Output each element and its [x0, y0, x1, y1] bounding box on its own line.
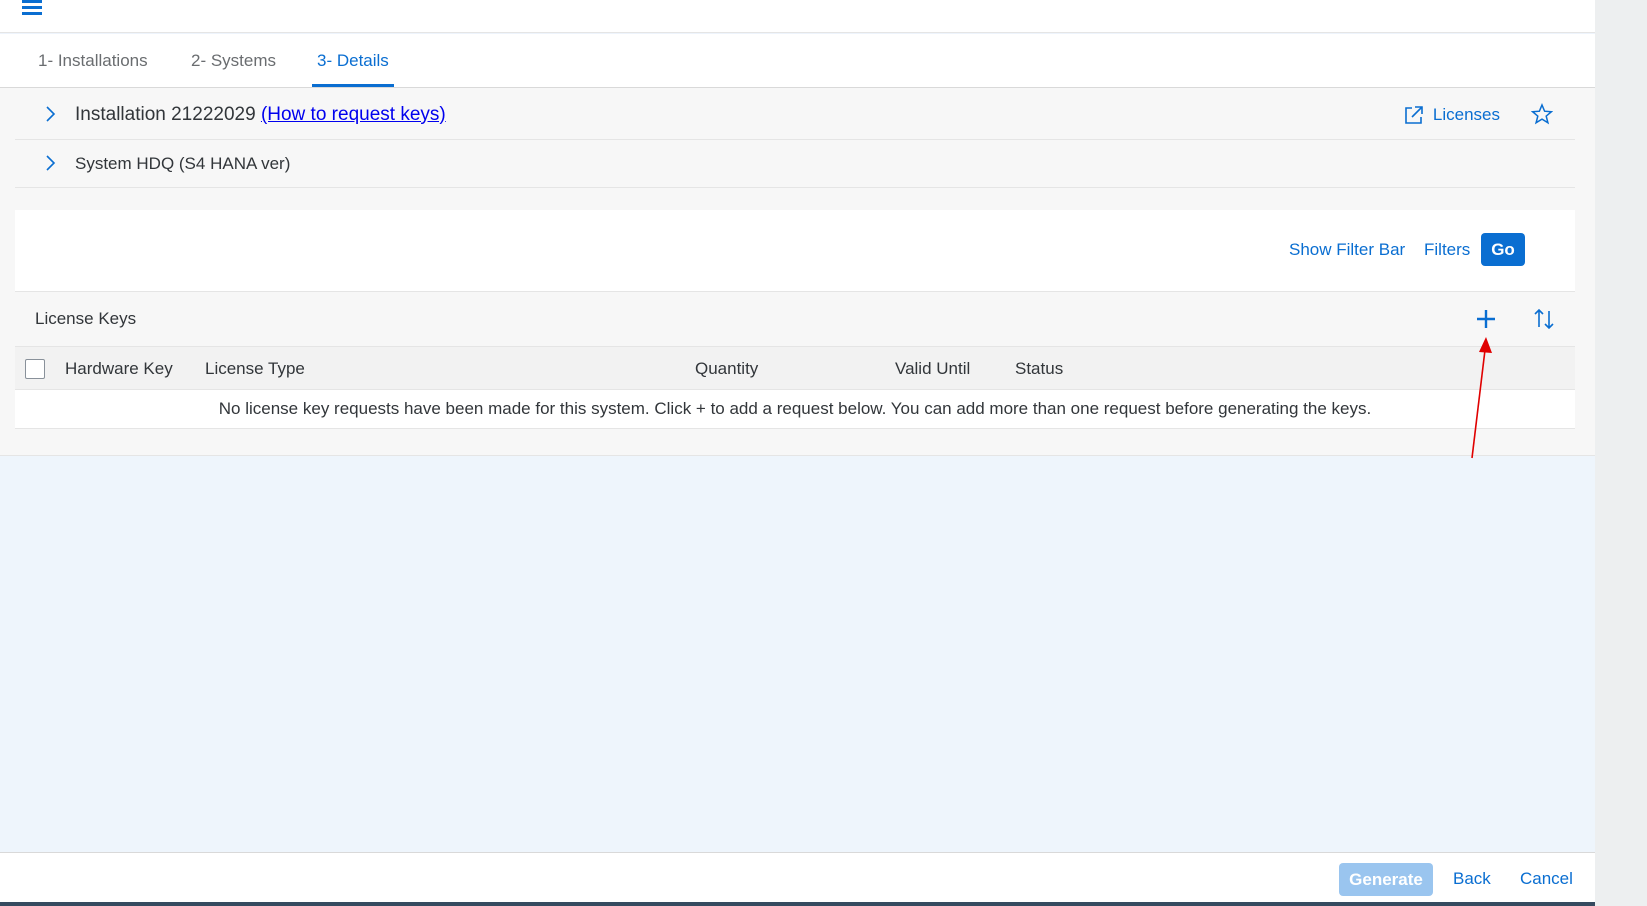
- chevron-right-icon[interactable]: [41, 154, 59, 172]
- cancel-button[interactable]: Cancel: [1520, 869, 1573, 889]
- go-button[interactable]: Go: [1481, 233, 1525, 266]
- table-column-header: Hardware Key License Type Quantity Valid…: [15, 347, 1575, 390]
- scroll-gutter: [1595, 0, 1647, 906]
- add-icon[interactable]: [1473, 306, 1499, 332]
- column-valid-until[interactable]: Valid Until: [895, 359, 970, 379]
- back-button[interactable]: Back: [1453, 869, 1491, 889]
- menu-icon[interactable]: [22, 0, 46, 18]
- column-quantity[interactable]: Quantity: [695, 359, 758, 379]
- system-title: System HDQ (S4 HANA ver): [75, 154, 291, 173]
- sort-icon[interactable]: [1531, 306, 1557, 332]
- licenses-label: Licenses: [1432, 105, 1500, 124]
- installation-title: Installation 21222029: [75, 104, 256, 125]
- tab-installations[interactable]: 1- Installations: [38, 51, 148, 71]
- show-filter-bar-button[interactable]: Show Filter Bar: [1289, 240, 1405, 260]
- select-all-checkbox[interactable]: [25, 359, 45, 379]
- installation-header[interactable]: Installation 21222029 (How to request ke…: [15, 90, 1575, 140]
- no-data-message: No license key requests have been made f…: [15, 390, 1575, 429]
- tab-systems[interactable]: 2- Systems: [191, 51, 276, 71]
- filter-bar: Show Filter Bar Filters Go: [15, 210, 1575, 292]
- step-tabs: 1- Installations 2- Systems 3- Details: [0, 34, 1595, 88]
- installation-title-row: Installation 21222029 (How to request ke…: [75, 104, 446, 126]
- system-header[interactable]: System HDQ (S4 HANA ver): [15, 140, 1575, 188]
- active-tab-indicator: [312, 84, 394, 87]
- external-link-icon: [1405, 106, 1423, 124]
- column-license-type[interactable]: License Type: [205, 359, 305, 379]
- details-content: Installation 21222029 (How to request ke…: [0, 88, 1595, 456]
- star-icon[interactable]: [1531, 103, 1553, 125]
- footer-toolbar: Generate Back Cancel: [0, 852, 1595, 902]
- shell-bar: [0, 0, 1595, 33]
- tab-details[interactable]: 3- Details: [317, 51, 389, 71]
- bottom-bar: [0, 902, 1595, 906]
- chevron-right-icon[interactable]: [41, 105, 59, 123]
- table-title: License Keys: [35, 309, 137, 328]
- filters-button[interactable]: Filters: [1424, 240, 1470, 260]
- table-toolbar: License Keys: [15, 292, 1575, 347]
- licenses-link[interactable]: Licenses: [1403, 104, 1500, 126]
- generate-button[interactable]: Generate: [1339, 863, 1433, 896]
- column-hardware-key[interactable]: Hardware Key: [65, 359, 173, 379]
- app-container: 1- Installations 2- Systems 3- Details I…: [0, 0, 1595, 906]
- how-to-request-keys-link[interactable]: (How to request keys): [261, 104, 446, 125]
- column-status[interactable]: Status: [1015, 359, 1063, 379]
